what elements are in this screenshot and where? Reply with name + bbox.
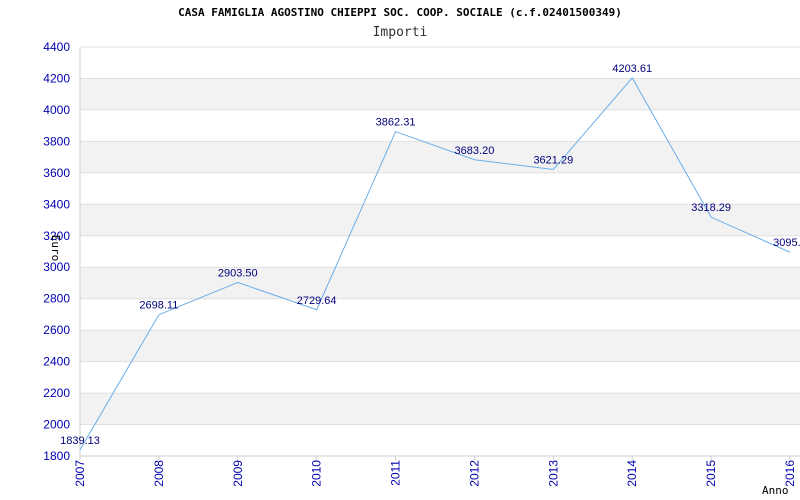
y-tick-label: 2400	[43, 355, 70, 369]
y-tick-label: 2200	[43, 386, 70, 400]
x-tick-label: 2013	[546, 460, 560, 487]
line-chart: 1800200022002400260028003000320034003600…	[43, 40, 800, 497]
x-axis-title: Anno	[762, 484, 789, 497]
y-tick-label: 3000	[43, 260, 70, 274]
data-label: 3318.29	[691, 202, 731, 214]
y-axis-title: Euro	[49, 235, 62, 262]
grid-bands	[80, 78, 800, 425]
data-label: 4203.61	[612, 63, 652, 75]
y-tick-label: 2800	[43, 292, 70, 306]
x-tick-label: 2007	[73, 460, 87, 487]
y-tick-label: 2000	[43, 418, 70, 432]
x-tick-label: 2016	[783, 460, 797, 487]
grid-band	[80, 393, 800, 425]
data-label-group: 1839.13 2698.11 2903.50 2729.64 3862.31 3683.…	[60, 63, 800, 447]
data-label: 1839.13	[60, 435, 100, 447]
y-tick-label: 2600	[43, 323, 70, 337]
x-tick-label: 2014	[625, 460, 639, 487]
y-tick-label: 1800	[43, 449, 70, 463]
x-tick-label: 2015	[704, 460, 718, 487]
data-label: 2729.64	[297, 295, 337, 307]
grid-band	[80, 330, 800, 362]
x-axis-ticks: 2007 2008 2009 2010 2011 2012 2013 2014 2015 2016	[73, 456, 797, 487]
data-label: 3862.31	[376, 117, 416, 129]
grid-band	[80, 141, 800, 173]
x-tick-label: 2010	[310, 460, 324, 487]
y-tick-label: 4400	[43, 40, 70, 54]
grid-band	[80, 78, 800, 110]
data-label: 3621.29	[533, 154, 573, 166]
y-tick-label: 4200	[43, 71, 70, 85]
y-tick-label: 3600	[43, 166, 70, 180]
x-tick-label: 2012	[467, 460, 481, 487]
y-tick-label: 4000	[43, 103, 70, 117]
grid-band	[80, 267, 800, 299]
x-tick-label: 2009	[231, 460, 245, 487]
data-label: 2903.50	[218, 267, 258, 279]
y-tick-label: 3800	[43, 134, 70, 148]
x-tick-label: 2008	[152, 460, 166, 487]
x-tick-label: 2011	[389, 460, 403, 486]
data-label: 3095.3	[773, 237, 800, 249]
data-label: 3683.20	[455, 145, 495, 157]
data-label: 2698.11	[139, 300, 178, 312]
y-tick-label: 3400	[43, 197, 70, 211]
